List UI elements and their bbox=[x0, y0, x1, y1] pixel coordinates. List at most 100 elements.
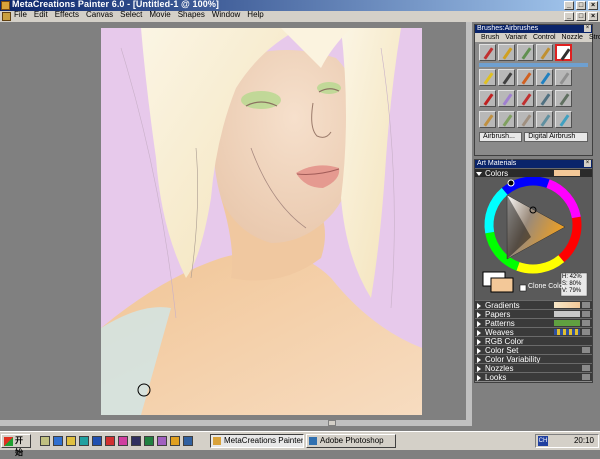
window-title: MetaCreations Painter 6.0 - [Untitled-1 … bbox=[12, 0, 220, 9]
water-brush-icon[interactable] bbox=[536, 90, 553, 107]
menu-canvas[interactable]: Canvas bbox=[86, 10, 113, 19]
pastel-brush-icon[interactable] bbox=[479, 111, 496, 128]
app-icon-5[interactable] bbox=[157, 436, 167, 446]
brush-menu-stroke[interactable]: Stroke bbox=[589, 33, 600, 42]
vertical-scrollbar[interactable] bbox=[466, 22, 472, 425]
dropdown-icon[interactable] bbox=[582, 365, 590, 371]
color-picker[interactable]: Clone Color H: 42% S: 80% V: 79% bbox=[475, 176, 592, 300]
menu-movie[interactable]: Movie bbox=[149, 10, 170, 19]
app-icon-3[interactable] bbox=[118, 436, 128, 446]
airbrush-selected-icon[interactable] bbox=[555, 44, 572, 61]
rgb-color-section[interactable]: RGB Color bbox=[475, 336, 592, 346]
menu-window[interactable]: Window bbox=[212, 10, 240, 19]
clock[interactable]: 20:10 bbox=[574, 435, 594, 447]
brush-menu-nozzle[interactable]: Nozzle bbox=[562, 33, 583, 42]
value-value: V: 79% bbox=[562, 288, 582, 294]
star-brush-icon[interactable] bbox=[479, 69, 496, 86]
app-icon-1[interactable] bbox=[79, 436, 89, 446]
horizontal-scrollbar[interactable] bbox=[0, 420, 472, 426]
brush-menu-brush[interactable]: Brush bbox=[481, 33, 499, 42]
hue-value: H: 42% bbox=[562, 274, 582, 280]
close-button[interactable]: × bbox=[588, 1, 598, 10]
minimize-button[interactable]: _ bbox=[564, 1, 574, 10]
close-icon[interactable]: × bbox=[584, 25, 591, 32]
brush-variant-select[interactable]: Digital Airbrush bbox=[524, 132, 588, 142]
gradients-section[interactable]: Gradients bbox=[475, 300, 592, 310]
ie-icon[interactable] bbox=[53, 436, 63, 446]
pen-brush-icon[interactable] bbox=[536, 44, 553, 61]
app-icon-4[interactable] bbox=[131, 436, 141, 446]
menu-file[interactable]: File bbox=[14, 10, 27, 19]
oil-brush-icon[interactable] bbox=[517, 90, 534, 107]
maximize-button[interactable]: □ bbox=[576, 1, 586, 10]
desktop-icon[interactable] bbox=[40, 436, 50, 446]
workspace bbox=[0, 22, 472, 425]
close-icon[interactable]: × bbox=[584, 160, 591, 167]
doc-restore-button[interactable]: □ bbox=[576, 12, 586, 21]
weave-preview bbox=[554, 329, 580, 335]
brush-menu-control[interactable]: Control bbox=[533, 33, 556, 42]
menu-shapes[interactable]: Shapes bbox=[178, 10, 205, 19]
drawing-canvas[interactable] bbox=[101, 28, 422, 415]
impasto-brush-icon[interactable] bbox=[517, 111, 534, 128]
clone-color-label[interactable]: Clone Color bbox=[528, 283, 565, 290]
task-painter[interactable]: MetaCreations Painter 6.... bbox=[210, 434, 304, 448]
charcoal-brush-icon[interactable] bbox=[555, 90, 572, 107]
brush-row-2 bbox=[475, 67, 592, 88]
word-icon[interactable] bbox=[92, 436, 102, 446]
brush-row-4 bbox=[475, 109, 592, 130]
menu-edit[interactable]: Edit bbox=[34, 10, 48, 19]
taskbar: 开始 MetaCreations Painter 6.... Adobe Pho… bbox=[0, 431, 600, 457]
pencil-brush-icon[interactable] bbox=[479, 44, 496, 61]
papers-section[interactable]: Papers bbox=[475, 309, 592, 319]
menu-effects[interactable]: Effects bbox=[55, 10, 79, 19]
menu-help[interactable]: Help bbox=[247, 10, 263, 19]
looks-section[interactable]: Looks bbox=[475, 372, 592, 382]
menu-select[interactable]: Select bbox=[120, 10, 142, 19]
outlook-icon[interactable] bbox=[66, 436, 76, 446]
liquid-brush-icon[interactable] bbox=[498, 90, 515, 107]
horizontal-scroll-thumb[interactable] bbox=[328, 420, 336, 426]
document-icon[interactable] bbox=[2, 12, 11, 21]
dropdown-icon[interactable] bbox=[582, 329, 590, 335]
dropdown-icon[interactable] bbox=[582, 374, 590, 380]
dropdown-icon[interactable] bbox=[582, 302, 590, 308]
patterns-section[interactable]: Patterns bbox=[475, 318, 592, 328]
nozzles-section[interactable]: Nozzles bbox=[475, 363, 592, 373]
eraser-brush-icon[interactable] bbox=[555, 69, 572, 86]
dropdown-icon[interactable] bbox=[582, 347, 590, 353]
felt-pen-icon[interactable] bbox=[479, 90, 496, 107]
brush-category-select[interactable]: Airbrush... bbox=[479, 132, 523, 142]
painter-app-icon[interactable] bbox=[1, 1, 10, 10]
start-button[interactable]: 开始 bbox=[1, 434, 31, 457]
gradient-preview bbox=[554, 302, 580, 308]
doc-close-button[interactable]: × bbox=[588, 12, 598, 21]
dodge-brush-icon[interactable] bbox=[498, 111, 515, 128]
dropdown-icon[interactable] bbox=[582, 320, 590, 326]
image-hose-icon[interactable] bbox=[498, 69, 515, 86]
art-materials-palette: Art Materials × Colors Clone Color H: 42… bbox=[474, 159, 593, 383]
color-set-section[interactable]: Color Set bbox=[475, 345, 592, 355]
app-icon-2[interactable] bbox=[105, 436, 115, 446]
task-photoshop[interactable]: Adobe Photoshop bbox=[306, 434, 396, 448]
blender-brush-icon[interactable] bbox=[536, 111, 553, 128]
app-icon-7[interactable] bbox=[183, 436, 193, 446]
doc-minimize-button[interactable]: _ bbox=[564, 12, 574, 21]
art-materials-title: Art Materials bbox=[477, 160, 517, 167]
system-tray: CH 20:10 bbox=[535, 434, 599, 448]
dropdown-icon[interactable] bbox=[582, 311, 590, 317]
app-icon-6[interactable] bbox=[170, 436, 180, 446]
brush-row-1 bbox=[475, 42, 592, 63]
color-variability-section[interactable]: Color Variability bbox=[475, 354, 592, 364]
ime-indicator[interactable]: CH bbox=[538, 436, 548, 446]
watercolor-brush-icon[interactable] bbox=[555, 111, 572, 128]
brushes-palette-title: Brushes:Airbrushes bbox=[477, 25, 539, 32]
crayon-brush-icon[interactable] bbox=[498, 44, 515, 61]
chalk-brush-icon[interactable] bbox=[536, 69, 553, 86]
brush-menu-variant[interactable]: Variant bbox=[505, 33, 527, 42]
weaves-section[interactable]: Weaves bbox=[475, 327, 592, 337]
excel-icon[interactable] bbox=[144, 436, 154, 446]
marker-brush-icon[interactable] bbox=[517, 69, 534, 86]
palette-knife-icon[interactable] bbox=[517, 44, 534, 61]
colors-section-header[interactable]: Colors bbox=[475, 168, 592, 178]
